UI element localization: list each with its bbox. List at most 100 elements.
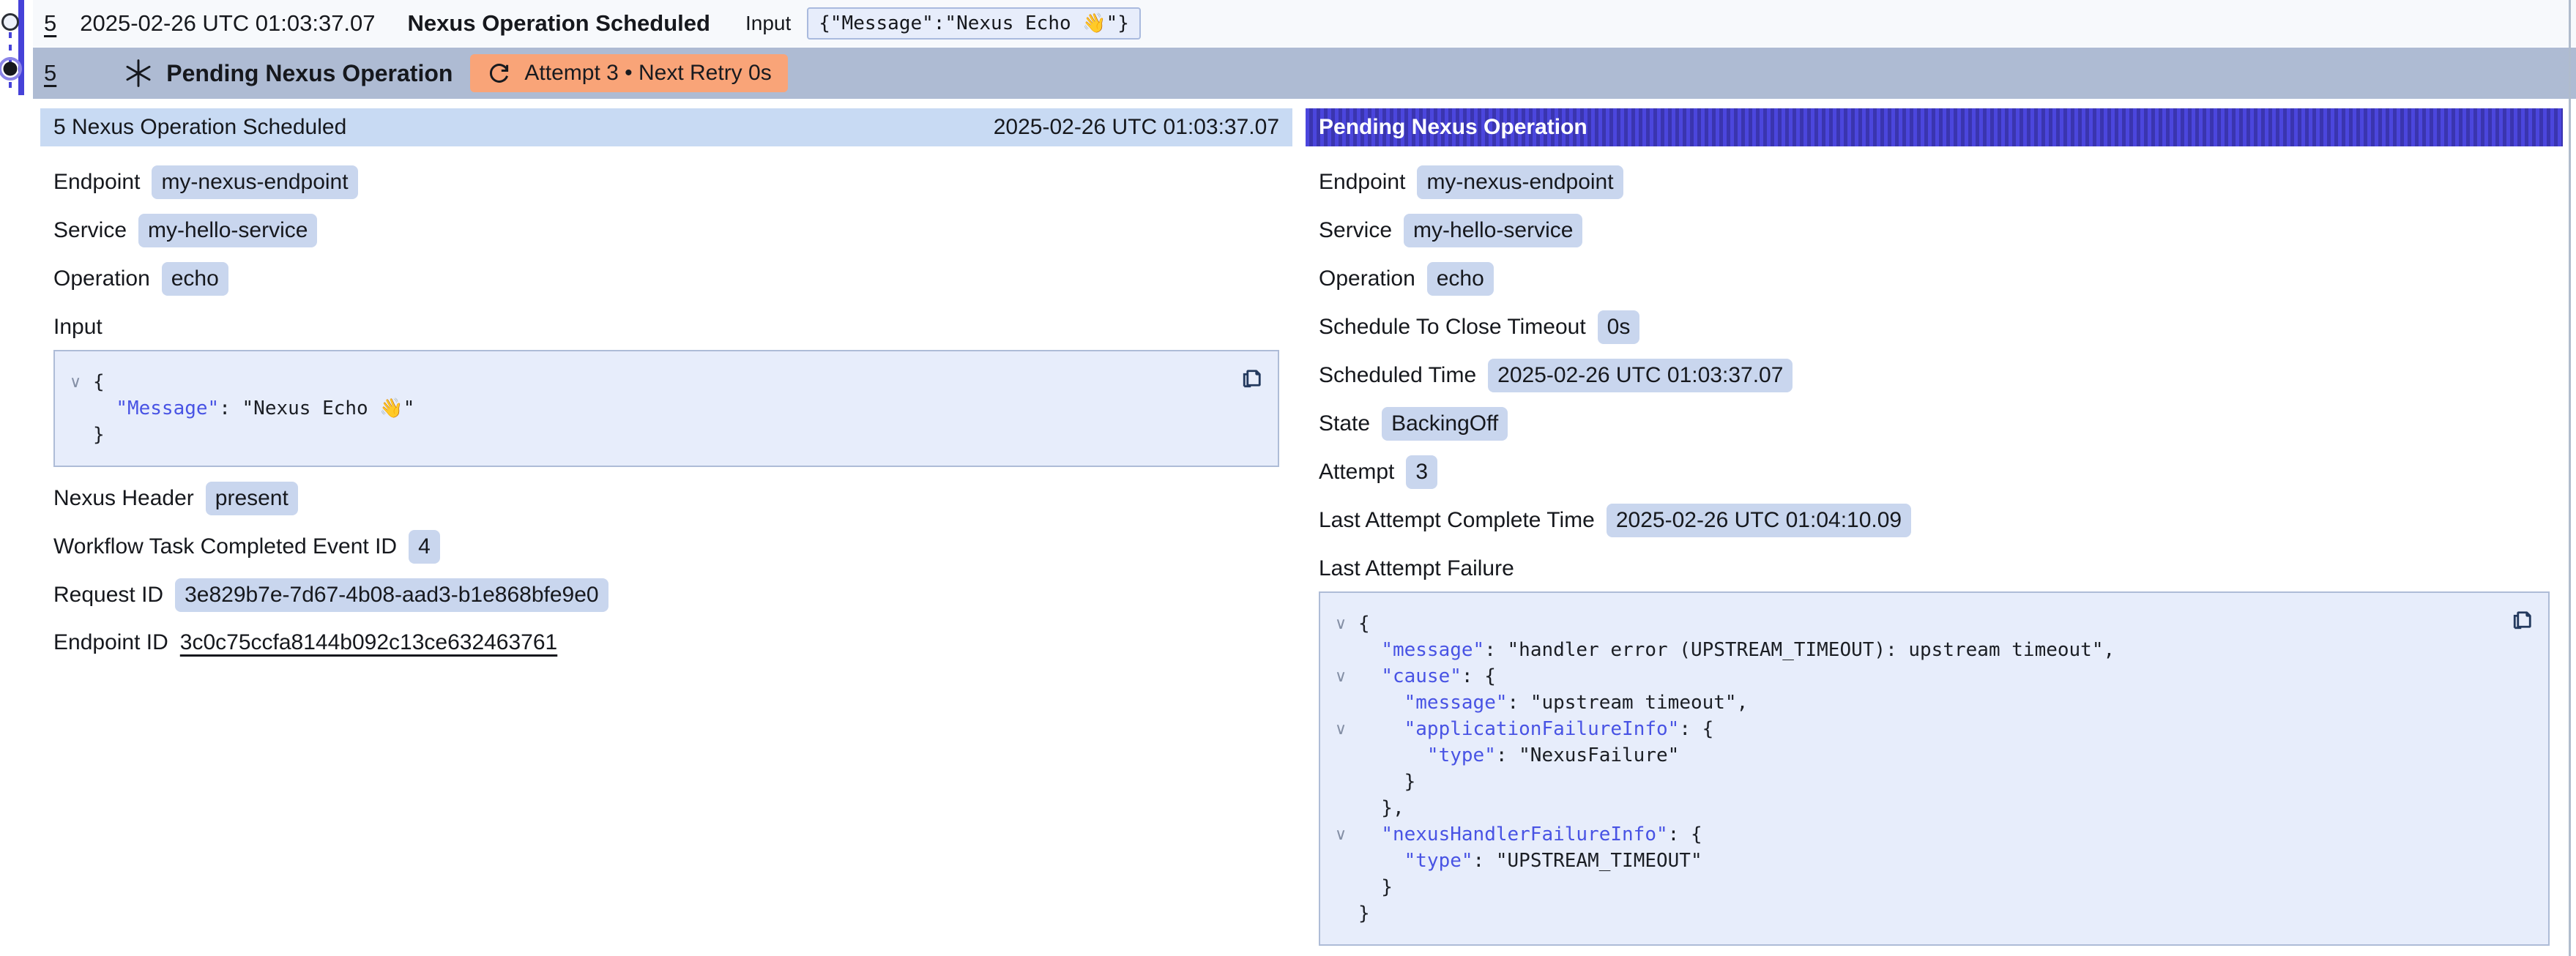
copy-input-button[interactable] <box>1237 362 1266 394</box>
input-section-label: Input <box>53 315 1279 340</box>
json-line: } <box>1330 769 2497 795</box>
field-row: Nexus Headerpresent <box>53 482 1279 515</box>
json-line-text: "type": "UPSTREAM_TIMEOUT" <box>1358 848 1702 874</box>
timeline-graphic <box>0 0 33 956</box>
field-label: Last Attempt Complete Time <box>1319 508 1595 533</box>
field-label: Service <box>1319 218 1392 243</box>
event-fields-top: Endpoint my-nexus-endpoint Servicemy-hello… <box>53 165 1279 296</box>
failure-json-block: ∨{ "message": "handler error (UPSTREAM_T… <box>1319 591 2550 946</box>
timeline-bar <box>18 0 24 95</box>
chevron-spacer <box>1330 637 1358 663</box>
chevron-spacer <box>1330 795 1358 821</box>
field-value-badge: 0s <box>1598 310 1640 344</box>
input-value-chip: {"Message":"Nexus Echo 👋"} <box>807 7 1141 40</box>
field-value-badge: 4 <box>409 530 440 564</box>
timeline-active-node-icon[interactable] <box>4 62 18 76</box>
json-line-text: } <box>1358 900 1370 927</box>
json-line: "type": "NexusFailure" <box>1330 742 2497 769</box>
input-json-block: ∨{ "Message": "Nexus Echo 👋"} <box>53 350 1279 467</box>
pending-asterisk-icon <box>122 57 155 89</box>
pending-operation-row[interactable]: 5 Pending Nexus Operation Attempt 3 • Ne… <box>33 48 2576 99</box>
json-line: ∨{ <box>1330 610 2497 637</box>
collapse-chevron-icon[interactable]: ∨ <box>1330 821 1358 848</box>
field-value-badge: BackingOff <box>1382 407 1508 441</box>
field-label: Endpoint ID <box>53 630 168 655</box>
field-row: Operation echo <box>1319 262 2550 296</box>
chevron-spacer <box>1330 900 1358 927</box>
collapse-chevron-icon[interactable]: ∨ <box>65 369 93 395</box>
event-summary-row[interactable]: 5 2025-02-26 UTC 01:03:37.07 Nexus Opera… <box>33 0 2576 47</box>
json-line-text: { <box>93 369 105 395</box>
field-value-badge: 3 <box>1406 455 1437 489</box>
collapse-chevron-icon[interactable]: ∨ <box>1330 716 1358 742</box>
json-line: "message": "upstream timeout", <box>1330 690 2497 716</box>
json-line: } <box>65 422 1226 448</box>
timeline-open-node-icon[interactable] <box>3 15 18 30</box>
field-label: Attempt <box>1319 460 1394 485</box>
field-label: Operation <box>53 266 150 291</box>
field-row: StateBackingOff <box>1319 407 2550 441</box>
panel-header-title: 5 Nexus Operation Scheduled <box>53 115 346 140</box>
collapse-chevron-icon[interactable]: ∨ <box>1330 663 1358 690</box>
field-value-link[interactable]: 3c0c75ccfa8144b092c13ce632463761 <box>180 630 557 655</box>
json-line-text: "cause": { <box>1358 663 1496 690</box>
field-row: Scheduled Time 2025-02-26 UTC 01:03:37.07 <box>1319 359 2550 392</box>
field-row: Servicemy-hello-service <box>53 214 1279 247</box>
json-line-text: "type": "NexusFailure" <box>1358 742 1679 769</box>
pending-fields: Endpointmy-nexus-endpointServicemy-hello… <box>1319 165 2550 537</box>
chevron-spacer <box>1330 742 1358 769</box>
copy-failure-button[interactable] <box>2507 603 2536 635</box>
panel-header-timestamp: 2025-02-26 UTC 01:03:37.07 <box>994 115 1279 140</box>
event-timestamp: 2025-02-26 UTC 01:03:37.07 <box>80 10 375 37</box>
field-label: Workflow Task Completed Event ID <box>53 534 397 559</box>
event-fields-bottom: Nexus Headerpresent Workflow Task Complet… <box>53 482 1279 659</box>
field-value-badge: 2025-02-26 UTC 01:04:10.09 <box>1607 504 1911 537</box>
field-value-badge: 2025-02-26 UTC 01:03:37.07 <box>1488 359 1793 392</box>
event-detail-panel-header: 5 Nexus Operation Scheduled 2025-02-26 U… <box>40 108 1292 146</box>
scrollbar-track[interactable] <box>2569 0 2571 956</box>
field-row: Endpoint my-nexus-endpoint <box>53 165 1279 199</box>
field-value-badge: 3e829b7e-7d67-4b08-aad3-b1e868bfe9e0 <box>175 578 608 612</box>
pending-event-id-link[interactable]: 5 <box>44 60 56 86</box>
json-line: ∨ "nexusHandlerFailureInfo": { <box>1330 821 2497 848</box>
field-label: Operation <box>1319 266 1415 291</box>
json-line-text: "Message": "Nexus Echo 👋" <box>93 395 414 422</box>
pending-panel-title: Pending Nexus Operation <box>1319 115 1587 140</box>
collapse-chevron-icon[interactable]: ∨ <box>1330 610 1358 637</box>
field-row: Attempt 3 <box>1319 455 2550 489</box>
event-id-link[interactable]: 5 <box>44 10 56 37</box>
json-line: "message": "handler error (UPSTREAM_TIME… <box>1330 637 2497 663</box>
field-label: Service <box>53 218 127 243</box>
failure-section-label: Last Attempt Failure <box>1319 556 2550 581</box>
copy-icon <box>1238 364 1265 390</box>
workflow-event-history-view: 5 2025-02-26 UTC 01:03:37.07 Nexus Opera… <box>0 0 2576 956</box>
json-line: "Message": "Nexus Echo 👋" <box>65 395 1226 422</box>
json-line: ∨ "cause": { <box>1330 663 2497 690</box>
json-line: } <box>1330 900 2497 927</box>
pending-panel-header: Pending Nexus Operation <box>1306 108 2563 146</box>
field-label: Nexus Header <box>53 486 194 511</box>
json-line-text: "message": "upstream timeout", <box>1358 690 1748 716</box>
field-value-badge: echo <box>1427 262 1494 296</box>
json-line: "type": "UPSTREAM_TIMEOUT" <box>1330 848 2497 874</box>
field-label: Endpoint <box>53 170 140 195</box>
json-line: ∨{ <box>65 369 1226 395</box>
json-line-text: "nexusHandlerFailureInfo": { <box>1358 821 1702 848</box>
field-value-badge: my-hello-service <box>1404 214 1582 247</box>
field-row: Schedule To Close Timeout0s <box>1319 310 2550 344</box>
field-row: Request ID3e829b7e-7d67-4b08-aad3-b1e868… <box>53 578 1279 612</box>
field-row: Service my-hello-service <box>1319 214 2550 247</box>
field-value-badge: my-nexus-endpoint <box>152 165 357 199</box>
json-line-text: } <box>1358 874 1393 900</box>
retry-badge: Attempt 3 • Next Retry 0s <box>470 54 787 92</box>
chevron-spacer <box>65 395 93 422</box>
json-line-text: } <box>1358 769 1415 795</box>
json-line-text: { <box>1358 610 1370 637</box>
json-line-text: } <box>93 422 105 448</box>
chevron-spacer <box>1330 848 1358 874</box>
field-row: Operationecho <box>53 262 1279 296</box>
copy-icon <box>2509 605 2535 632</box>
chevron-spacer <box>1330 769 1358 795</box>
field-label: Scheduled Time <box>1319 363 1476 388</box>
event-title: Nexus Operation Scheduled <box>408 10 710 37</box>
